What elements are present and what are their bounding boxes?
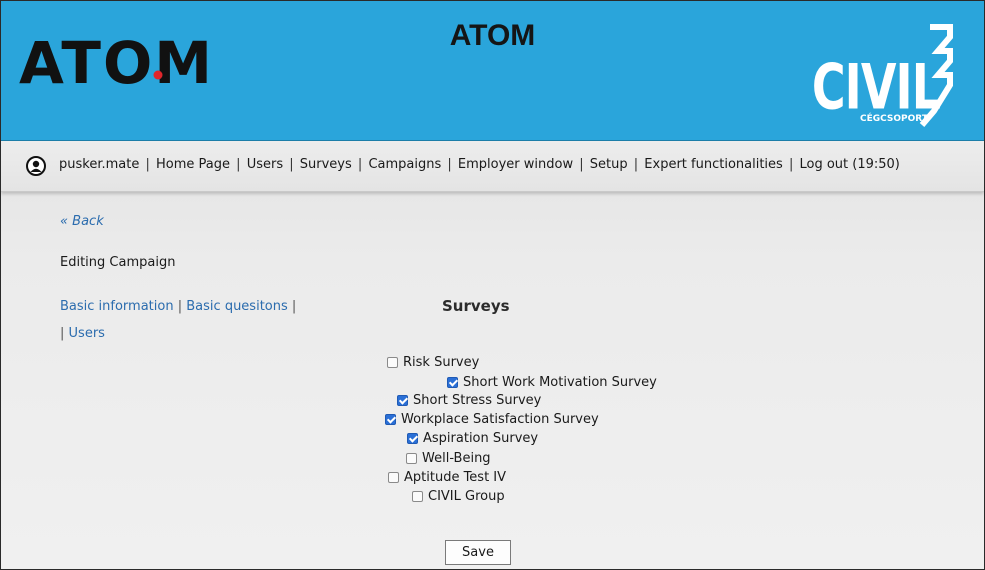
- back-link[interactable]: « Back: [60, 214, 104, 229]
- atom-logo-dot: [153, 70, 163, 80]
- basic-information-link[interactable]: Basic information: [60, 299, 174, 314]
- save-button[interactable]: Save: [445, 540, 511, 565]
- survey-label: Aspiration Survey: [423, 431, 539, 446]
- user-circle-icon[interactable]: [26, 156, 46, 176]
- users-link[interactable]: Users: [69, 326, 105, 341]
- survey-label: Short Work Motivation Survey: [463, 375, 657, 390]
- nav-item-campaigns[interactable]: Campaigns: [368, 157, 441, 172]
- survey-item-aptitude-test-iv[interactable]: Aptitude Test IV: [388, 470, 506, 485]
- survey-checkbox[interactable]: [407, 433, 418, 444]
- link-separator: |: [60, 326, 65, 341]
- editing-campaign-heading: Editing Campaign: [60, 255, 176, 270]
- survey-label: Well-Being: [422, 451, 491, 466]
- survey-checkbox[interactable]: [406, 453, 417, 464]
- page-header: ATOM ATOM CIVIL CÉGCSOPORT: [1, 1, 984, 141]
- campaign-section-links: Basic information | Basic quesitons | | …: [60, 293, 296, 347]
- link-separator: |: [177, 299, 183, 314]
- survey-checkbox[interactable]: [387, 357, 398, 368]
- nav-item-expert-functionalities[interactable]: Expert functionalities: [644, 157, 783, 172]
- nav-item-employer-window[interactable]: Employer window: [458, 157, 573, 172]
- top-navigation: pusker.mate | Home Page | Users | Survey…: [1, 141, 984, 192]
- nav-item-users[interactable]: Users: [247, 157, 283, 172]
- survey-checkbox[interactable]: [397, 395, 408, 406]
- nav-separator: |: [788, 157, 794, 172]
- nav-item-log-out[interactable]: Log out (19:50): [799, 157, 899, 172]
- survey-checkbox[interactable]: [388, 472, 399, 483]
- nav-separator: |: [236, 157, 241, 172]
- nav-item-username[interactable]: pusker.mate: [59, 157, 139, 172]
- survey-checkbox[interactable]: [412, 491, 423, 502]
- link-separator: |: [291, 299, 297, 314]
- survey-label: Risk Survey: [403, 355, 480, 370]
- survey-item-civil-group[interactable]: CIVIL Group: [412, 489, 505, 504]
- nav-links: pusker.mate | Home Page | Users | Survey…: [59, 157, 900, 172]
- nav-separator: |: [447, 157, 452, 172]
- nav-item-setup[interactable]: Setup: [590, 157, 628, 172]
- nav-item-home-page[interactable]: Home Page: [156, 157, 230, 172]
- survey-checkbox[interactable]: [447, 377, 458, 388]
- survey-item-aspiration[interactable]: Aspiration Survey: [407, 431, 538, 446]
- survey-label: Aptitude Test IV: [404, 470, 507, 485]
- survey-label: Workplace Satisfaction Survey: [401, 412, 599, 427]
- nav-separator: |: [633, 157, 639, 172]
- civil-logo-subtext: CÉGCSOPORT: [860, 112, 929, 124]
- app-window: ATOM ATOM CIVIL CÉGCSOPORT pusker.mate |…: [0, 0, 985, 570]
- civil-logo-text: CIVIL: [812, 50, 940, 123]
- nav-separator: |: [579, 157, 584, 172]
- survey-item-well-being[interactable]: Well-Being: [406, 451, 491, 466]
- nav-separator: |: [289, 157, 294, 172]
- survey-item-risk[interactable]: Risk Survey: [387, 355, 479, 370]
- nav-separator: |: [145, 157, 150, 172]
- civil-logo: CIVIL CÉGCSOPORT: [812, 24, 953, 127]
- survey-item-short-work-motivation[interactable]: Short Work Motivation Survey: [447, 375, 657, 390]
- surveys-heading: Surveys: [442, 297, 510, 315]
- survey-item-short-stress[interactable]: Short Stress Survey: [397, 393, 541, 408]
- survey-item-workplace-satisfaction[interactable]: Workplace Satisfaction Survey: [385, 412, 599, 427]
- nav-item-surveys[interactable]: Surveys: [300, 157, 352, 172]
- survey-label: Short Stress Survey: [413, 393, 542, 408]
- survey-label: CIVIL Group: [428, 489, 505, 504]
- nav-separator: |: [357, 157, 363, 172]
- survey-checkbox[interactable]: [385, 414, 396, 425]
- basic-questions-link[interactable]: Basic quesitons: [186, 299, 288, 314]
